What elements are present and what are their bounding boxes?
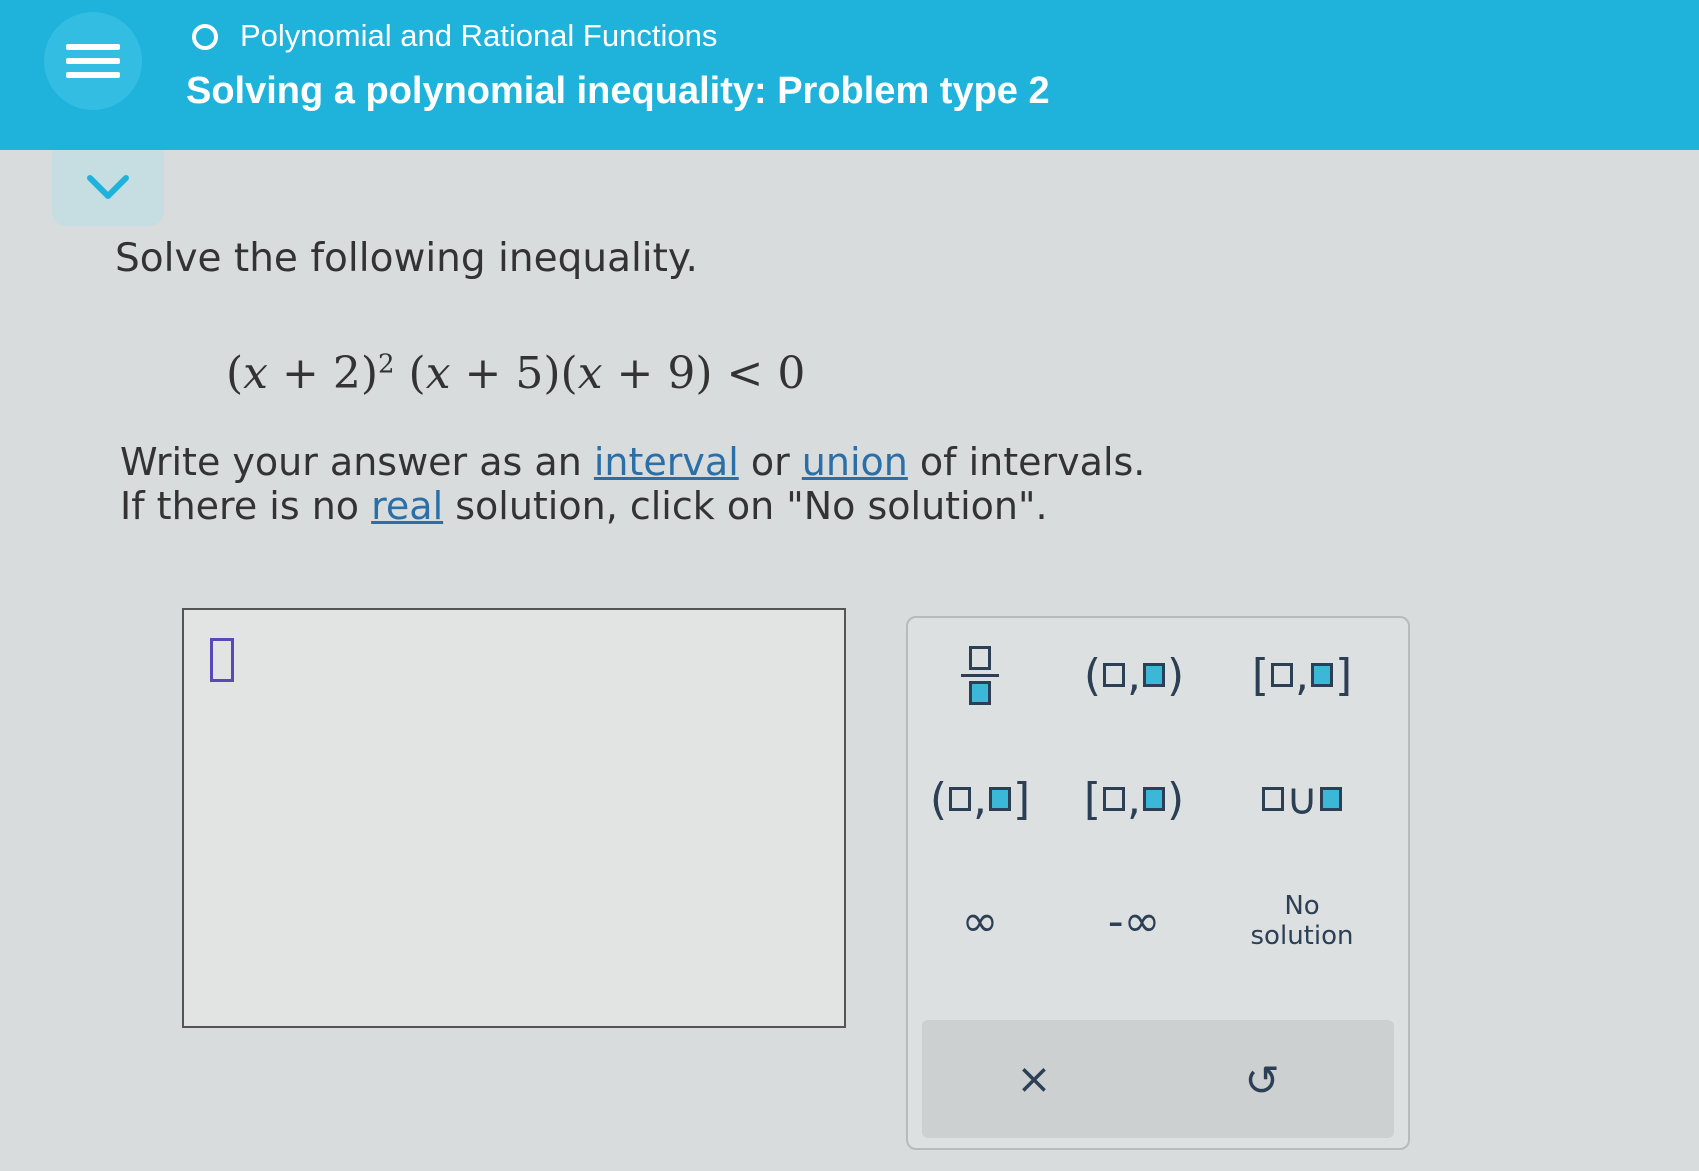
negative-infinity-key[interactable]: -∞ bbox=[1064, 876, 1204, 966]
menu-icon-line bbox=[66, 58, 120, 64]
menu-icon bbox=[66, 44, 120, 50]
no-solution-label-1: No bbox=[1284, 891, 1320, 921]
answer-input[interactable] bbox=[182, 608, 846, 1028]
left-open-interval-key[interactable]: (,] bbox=[910, 754, 1050, 844]
inequality-expression: (x + 2)2 (x + 5)(x + 9) < 0 bbox=[226, 348, 806, 399]
closed-interval-key[interactable]: [,] bbox=[1232, 630, 1372, 720]
undo-button[interactable]: ↺ bbox=[1222, 1040, 1302, 1120]
collapse-toggle[interactable] bbox=[52, 150, 164, 226]
menu-button[interactable] bbox=[44, 12, 142, 110]
instruction-line-1: Write your answer as an interval or unio… bbox=[120, 440, 1145, 484]
page-title: Solving a polynomial inequality: Problem… bbox=[186, 70, 1050, 112]
topic-status-icon bbox=[192, 24, 218, 50]
topic-title: Polynomial and Rational Functions bbox=[240, 18, 718, 53]
instruction-text: If there is no bbox=[120, 484, 372, 528]
infinity-key[interactable]: ∞ bbox=[910, 876, 1050, 966]
keypad-action-bar: × ↺ bbox=[922, 1020, 1394, 1138]
instruction-text: Write your answer as an bbox=[120, 440, 594, 484]
no-solution-key[interactable]: No solution bbox=[1232, 876, 1372, 966]
instruction-text: or bbox=[738, 440, 802, 484]
menu-icon-line bbox=[66, 72, 120, 78]
input-placeholder-box bbox=[210, 638, 234, 682]
real-link[interactable]: real bbox=[371, 484, 443, 528]
clear-button[interactable]: × bbox=[994, 1038, 1074, 1118]
header-bar: Polynomial and Rational Functions Solvin… bbox=[0, 0, 1699, 150]
problem-prompt: Solve the following inequality. bbox=[115, 236, 698, 281]
no-solution-label-2: solution bbox=[1250, 921, 1354, 951]
instruction-text: of intervals. bbox=[907, 440, 1146, 484]
open-interval-key[interactable]: (,) bbox=[1064, 630, 1204, 720]
instructions: Write your answer as an interval or unio… bbox=[120, 440, 1145, 528]
chevron-down-icon bbox=[87, 175, 129, 199]
instruction-text: solution, click on "No solution". bbox=[443, 484, 1048, 528]
union-key[interactable]: ∪ bbox=[1232, 754, 1372, 844]
instruction-line-2: If there is no real solution, click on "… bbox=[120, 484, 1145, 528]
right-open-interval-key[interactable]: [,) bbox=[1064, 754, 1204, 844]
interval-link[interactable]: interval bbox=[594, 440, 739, 484]
fraction-key[interactable] bbox=[910, 630, 1050, 720]
union-link[interactable]: union bbox=[802, 440, 908, 484]
math-keypad: (,) [,] (,] [,) ∪ ∞ -∞ No solution × ↺ bbox=[906, 616, 1410, 1150]
